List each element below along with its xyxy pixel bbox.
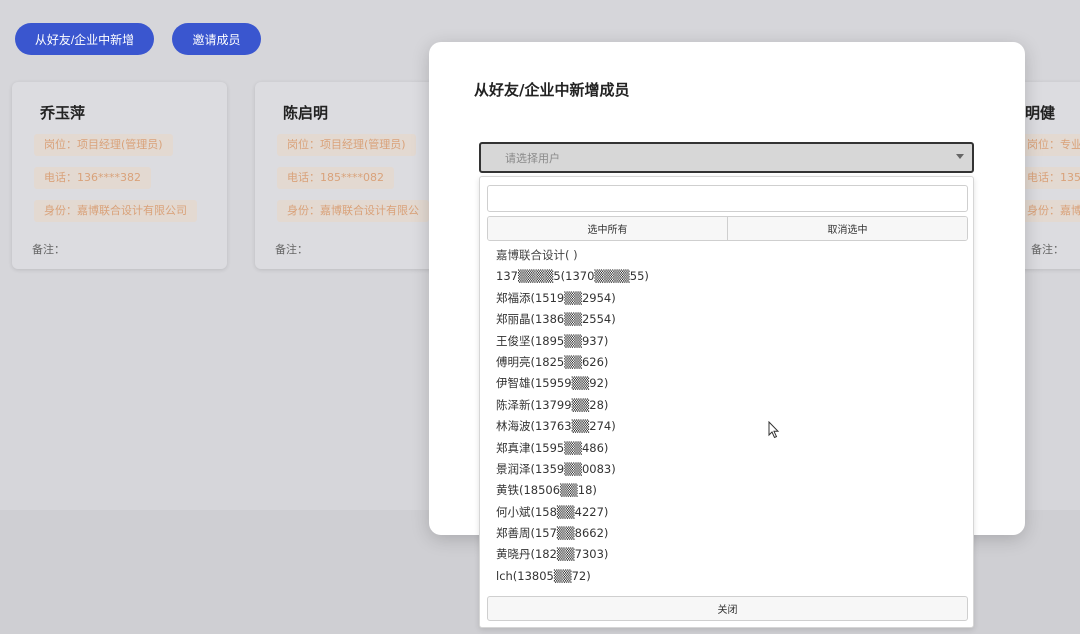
user-option[interactable]: 林海波(13763▒▒274) <box>480 416 973 437</box>
member-note: 备注： <box>32 243 65 256</box>
user-option-list: 嘉博联合设计( ) 137▒▒▒▒5(1370▒▒▒▒55) 郑福添(1519▒… <box>480 245 973 587</box>
user-option[interactable]: 陈泽新(13799▒▒28) <box>480 395 973 416</box>
member-phone: 电话：1355 <box>1017 167 1080 189</box>
member-position: 岗位：项目经理(管理员) <box>277 134 416 156</box>
member-note: 备注： <box>1031 243 1064 256</box>
select-placeholder: 请选择用户 <box>505 152 560 165</box>
dropdown-search-input[interactable] <box>487 185 968 212</box>
user-option[interactable]: 王俊坚(1895▒▒937) <box>480 331 973 352</box>
user-option[interactable]: 郑真津(1595▒▒486) <box>480 438 973 459</box>
mouse-pointer-icon <box>768 421 780 439</box>
member-identity: 身份：嘉博联合设计有限公 <box>277 200 429 222</box>
member-name: 乔玉萍 <box>40 104 86 122</box>
member-identity: 身份：嘉博联合设计有限公司 <box>34 200 197 222</box>
dropdown-actions: 选中所有 取消选中 <box>487 216 968 241</box>
user-option[interactable]: 郑善周(157▒▒8662) <box>480 523 973 544</box>
user-option[interactable]: 137▒▒▒▒5(1370▒▒▒▒55) <box>480 266 973 287</box>
caret-down-icon <box>956 154 964 159</box>
member-name: 明健 <box>1025 104 1056 122</box>
user-option[interactable]: 景润泽(1359▒▒0083) <box>480 459 973 480</box>
user-dropdown: 选中所有 取消选中 嘉博联合设计( ) 137▒▒▒▒5(1370▒▒▒▒55)… <box>479 176 974 628</box>
user-select[interactable]: 请选择用户 <box>479 142 974 173</box>
user-option[interactable]: lch(13805▒▒72) <box>480 566 973 587</box>
member-position: 岗位：项目经理(管理员) <box>34 134 173 156</box>
member-position: 岗位：专业负 <box>1017 134 1080 156</box>
user-option[interactable]: 黄晓丹(182▒▒7303) <box>480 544 973 565</box>
user-option[interactable]: 郑丽晶(1386▒▒2554) <box>480 309 973 330</box>
user-option[interactable]: 傅明亮(1825▒▒626) <box>480 352 973 373</box>
user-option[interactable]: 何小斌(158▒▒4227) <box>480 502 973 523</box>
modal-title: 从好友/企业中新增成员 <box>474 81 630 99</box>
add-from-friends-button[interactable]: 从好友/企业中新增 <box>15 23 154 55</box>
member-card[interactable]: 乔玉萍 岗位：项目经理(管理员) 电话：136****382 身份：嘉博联合设计… <box>12 82 227 269</box>
user-option[interactable]: 黄铁(18506▒▒18) <box>480 480 973 501</box>
invite-member-button[interactable]: 邀请成员 <box>172 23 261 55</box>
deselect-all-button[interactable]: 取消选中 <box>727 217 967 240</box>
member-phone: 电话：185****082 <box>277 167 394 189</box>
member-identity: 身份：嘉博 <box>1017 200 1080 222</box>
close-button[interactable]: 关闭 <box>487 596 968 621</box>
select-all-button[interactable]: 选中所有 <box>488 217 727 240</box>
member-note: 备注： <box>275 243 308 256</box>
member-card[interactable]: 陈启明 岗位：项目经理(管理员) 电话：185****082 身份：嘉博联合设计… <box>255 82 445 269</box>
member-phone: 电话：136****382 <box>34 167 151 189</box>
option-group-label[interactable]: 嘉博联合设计( ) <box>480 245 973 266</box>
user-option[interactable]: 郑福添(1519▒▒2954) <box>480 288 973 309</box>
member-name: 陈启明 <box>283 104 329 122</box>
user-option[interactable]: 伊智雄(15959▒▒92) <box>480 373 973 394</box>
